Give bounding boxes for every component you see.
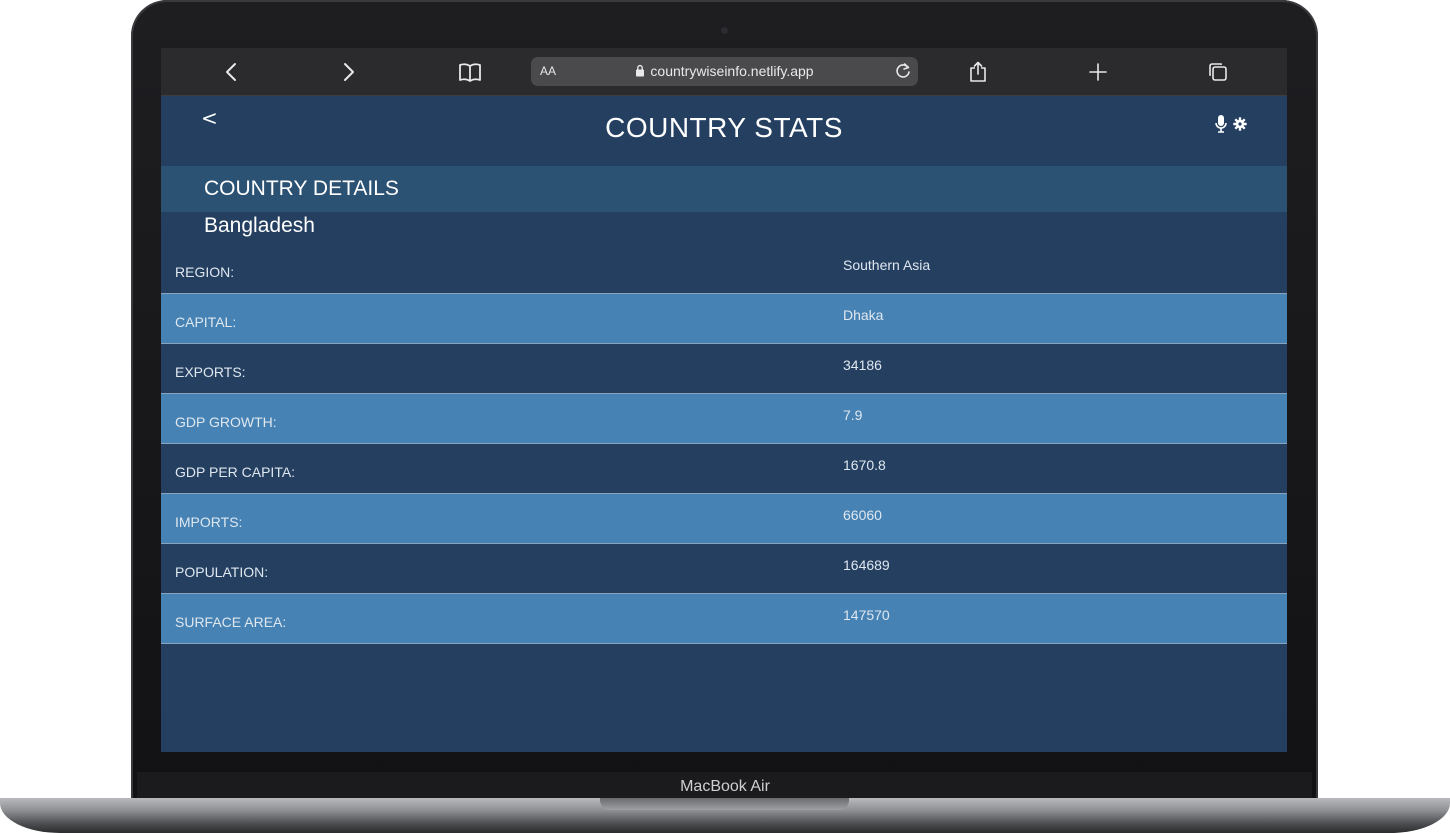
header-actions	[1215, 114, 1247, 134]
row-label: EXPORTS:	[175, 364, 246, 380]
row-label: POPULATION:	[175, 564, 269, 580]
table-row: REGION: Southern Asia	[161, 244, 1287, 294]
row-value: Southern Asia	[843, 257, 931, 273]
url-text: countrywiseinfo.netlify.app	[650, 63, 814, 79]
row-value: 34186	[843, 357, 882, 373]
row-value: 66060	[843, 507, 882, 523]
browser-forward-icon[interactable]	[329, 48, 369, 95]
laptop-hinge-notch	[600, 798, 849, 810]
new-tab-icon[interactable]	[1078, 48, 1118, 95]
row-value: Dhaka	[843, 307, 884, 323]
table-row: POPULATION: 164689	[161, 544, 1287, 594]
details-table: REGION: Southern Asia CAPITAL: Dhaka EXP…	[161, 244, 1287, 644]
row-value: 164689	[843, 557, 890, 573]
table-row: CAPITAL: Dhaka	[161, 294, 1287, 344]
row-label: SURFACE AREA:	[175, 614, 287, 630]
row-label: CAPITAL:	[175, 314, 237, 330]
section-title: COUNTRY DETAILS	[204, 177, 399, 200]
address-bar[interactable]: AA countrywiseinfo.netlify.app	[531, 57, 918, 86]
device-brand-label: MacBook Air	[680, 778, 770, 795]
table-row: SURFACE AREA: 147570	[161, 594, 1287, 644]
section-header: COUNTRY DETAILS	[161, 166, 1287, 212]
reload-icon[interactable]	[893, 61, 913, 81]
table-row: EXPORTS: 34186	[161, 344, 1287, 394]
row-value: 7.9	[843, 407, 863, 423]
row-label: GDP GROWTH:	[175, 414, 277, 430]
table-row: GDP PER CAPITA: 1670.8	[161, 444, 1287, 494]
table-row: GDP GROWTH: 7.9	[161, 394, 1287, 444]
row-label: IMPORTS:	[175, 514, 243, 530]
row-value: 147570	[843, 607, 890, 623]
country-name: Bangladesh	[204, 214, 315, 237]
share-icon[interactable]	[958, 48, 998, 95]
tabs-overview-icon[interactable]	[1198, 48, 1238, 95]
row-label: GDP PER CAPITA:	[175, 464, 296, 480]
microphone-icon[interactable]	[1215, 114, 1227, 134]
bookmarks-icon[interactable]	[450, 48, 490, 95]
browser-toolbar: AA countrywiseinfo.netlify.app	[161, 48, 1287, 96]
app-header: < COUNTRY STATS	[161, 96, 1287, 166]
row-value: 1670.8	[843, 457, 886, 473]
camera-icon	[721, 27, 728, 34]
gear-icon[interactable]	[1233, 117, 1247, 131]
page-title: COUNTRY STATS	[605, 112, 843, 143]
table-row: IMPORTS: 66060	[161, 494, 1287, 544]
lock-icon	[636, 64, 645, 77]
browser-back-icon[interactable]	[211, 48, 251, 95]
screen: AA countrywiseinfo.netlify.app < COUNTRY…	[161, 48, 1287, 752]
row-label: REGION:	[175, 264, 235, 280]
